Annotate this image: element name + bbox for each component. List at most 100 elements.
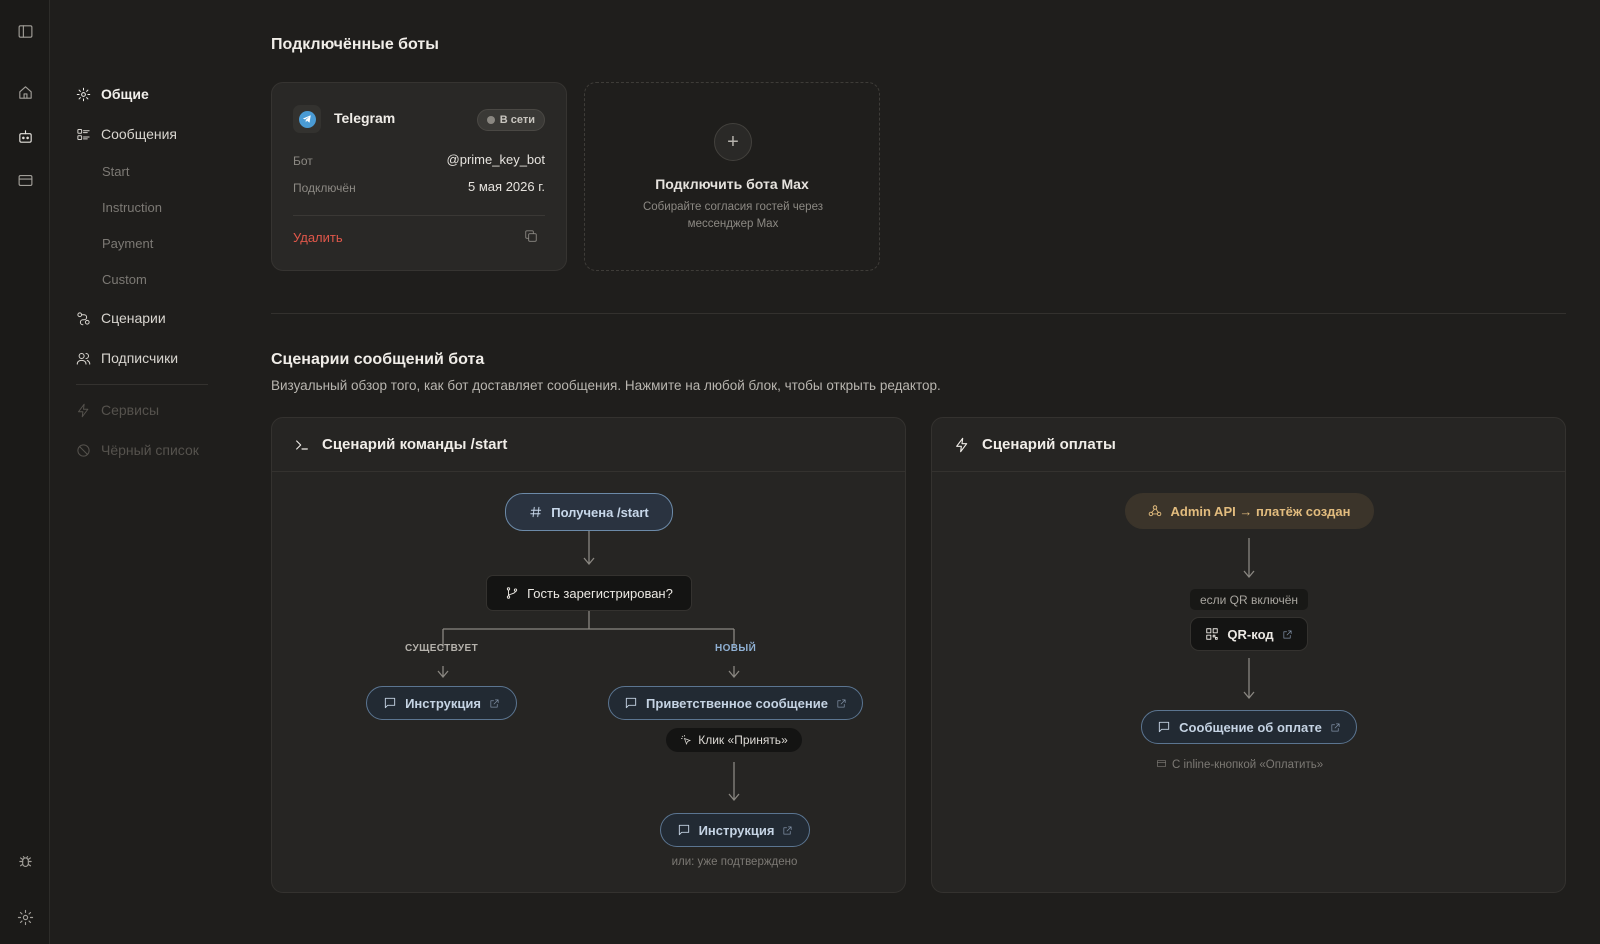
- home-icon[interactable]: [13, 80, 37, 104]
- node-instruction-2[interactable]: Инструкция: [660, 813, 810, 847]
- node-qr-code[interactable]: QR-код: [1190, 617, 1308, 651]
- nav-item-label: Общие: [101, 86, 149, 102]
- connect-max-bot-card[interactable]: + Подключить бота Max Собирайте согласия…: [584, 82, 880, 271]
- telegram-bot-card: Telegram В сети Бот @prime_key_bot Подкл…: [271, 82, 567, 271]
- status-badge: В сети: [476, 109, 545, 131]
- status-label: В сети: [499, 114, 535, 126]
- bot-username: @prime_key_bot: [446, 152, 545, 167]
- status-dot-icon: [486, 116, 495, 124]
- node-payment-message[interactable]: Сообщение об оплате: [1141, 710, 1357, 744]
- section-divider: [271, 313, 1566, 314]
- plus-icon: +: [714, 123, 752, 161]
- section-title-scenarios: Сценарии сообщений бота: [271, 351, 485, 368]
- card-icon: [1157, 759, 1166, 768]
- panel-title: Сценарий оплаты: [982, 436, 1116, 453]
- icon-rail: [0, 0, 50, 944]
- webhook-icon: [1149, 505, 1162, 517]
- nav-sub-payment[interactable]: Payment: [102, 236, 153, 251]
- bolt-icon: [956, 437, 968, 452]
- block-icon: [77, 443, 90, 457]
- node-label: Получена /start: [551, 504, 649, 520]
- nav-item-label: Сценарии: [101, 310, 166, 326]
- node-label: Приветственное сообщение: [646, 695, 828, 711]
- chip-label: Клик «Принять»: [698, 733, 788, 747]
- nav-sub-custom[interactable]: Custom: [102, 272, 147, 287]
- nav-item-services[interactable]: Сервисы: [76, 399, 159, 421]
- copy-icon[interactable]: [524, 229, 540, 245]
- chip-label: если QR включён: [1199, 592, 1299, 607]
- flow-connectors: [1243, 538, 1255, 700]
- external-link-icon: [783, 825, 792, 835]
- card-icon[interactable]: [13, 168, 37, 192]
- nav-item-messages[interactable]: Сообщения: [76, 123, 177, 145]
- nav-item-general[interactable]: Общие: [76, 83, 149, 105]
- nav-item-label: Сервисы: [101, 402, 160, 418]
- nav-item-label: Подписчики: [101, 350, 179, 366]
- nav-divider: [76, 384, 208, 385]
- node-label: QR-код: [1227, 626, 1274, 642]
- settings-nav: Общие Сообщения Start Instruction Paymen…: [50, 0, 230, 944]
- node-instruction[interactable]: Инструкция: [366, 686, 517, 720]
- section-subtitle: Визуальный обзор того, как бот доставляе…: [271, 378, 941, 393]
- external-link-icon: [490, 698, 499, 708]
- node-guest-registered-check[interactable]: Гость зарегистрирован?: [486, 575, 692, 611]
- external-link-icon: [1283, 629, 1292, 639]
- nav-item-label: Чёрный список: [101, 442, 199, 458]
- node-label: Гость зарегистрирован?: [527, 585, 673, 601]
- external-link-icon: [837, 698, 846, 708]
- connect-max-title: Подключить бота Max: [655, 176, 809, 192]
- connected-date: 5 мая 2026 г.: [468, 179, 545, 194]
- external-link-icon: [1331, 722, 1340, 732]
- payment-scenario-panel: Сценарий оплаты Admin API → платёж созда…: [931, 417, 1566, 893]
- node-welcome-message[interactable]: Приветственное сообщение: [608, 686, 863, 720]
- bot-icon[interactable]: [13, 124, 37, 148]
- hash-icon: [530, 506, 542, 518]
- delete-bot-link[interactable]: Удалить: [293, 230, 343, 245]
- flow-connectors: [437, 528, 740, 802]
- note-label: С inline-кнопкой «Оплатить»: [1172, 759, 1324, 771]
- qr-code-icon: [1206, 628, 1219, 640]
- click-accept-chip: Клик «Принять»: [666, 728, 802, 752]
- node-label: Сообщение об оплате: [1179, 719, 1322, 735]
- nav-sub-start[interactable]: Start: [102, 164, 129, 179]
- connected-label: Подключён: [293, 181, 356, 195]
- start-scenario-panel: Сценарий команды /start Получена /start …: [271, 417, 906, 893]
- panel-header: Сценарий оплаты: [932, 418, 1565, 472]
- nav-item-label: Сообщения: [101, 126, 177, 142]
- telegram-icon: [293, 105, 321, 133]
- route-icon: [77, 311, 90, 325]
- qr-enabled-condition: если QR включён: [1190, 589, 1308, 610]
- bug-icon[interactable]: [13, 849, 37, 873]
- section-title-bots: Подключённые боты: [271, 36, 439, 53]
- node-label: Инструкция: [405, 695, 481, 711]
- nav-sub-instruction[interactable]: Instruction: [102, 200, 162, 215]
- users-icon: [76, 352, 91, 365]
- branch-label-exists: существует: [405, 643, 479, 654]
- already-confirmed-note: или: уже подтверждено: [671, 856, 798, 868]
- message-icon: [1159, 721, 1170, 733]
- message-icon: [625, 697, 637, 709]
- panel-title: Сценарий команды /start: [322, 436, 508, 453]
- connect-max-description: Собирайте согласия гостей через мессендж…: [642, 201, 823, 230]
- node-label: Admin API → платёж создан: [1170, 503, 1351, 519]
- node-received-start[interactable]: Получена /start: [505, 493, 673, 531]
- list-icon: [77, 128, 90, 140]
- panel-header: Сценарий команды /start: [272, 418, 905, 472]
- cursor-click-icon: [681, 735, 692, 746]
- node-admin-api-payment-created[interactable]: Admin API → платёж создан: [1125, 493, 1374, 529]
- bot-label: Бот: [293, 154, 313, 168]
- sidebar-toggle-icon[interactable]: [13, 19, 37, 43]
- branch-icon: [507, 587, 518, 599]
- message-icon: [384, 697, 396, 709]
- gear-icon: [76, 87, 91, 101]
- branch-label-new: новый: [715, 643, 757, 654]
- nav-item-blacklist[interactable]: Чёрный список: [76, 439, 199, 461]
- bolt-icon: [78, 403, 89, 417]
- nav-item-scenarios[interactable]: Сценарии: [76, 307, 166, 329]
- nav-item-subscribers[interactable]: Подписчики: [76, 347, 178, 369]
- bot-platform-name: Telegram: [334, 110, 396, 126]
- gear-icon[interactable]: [13, 905, 37, 929]
- node-label: Инструкция: [698, 822, 775, 838]
- terminal-icon: [296, 439, 308, 450]
- inline-button-note: С inline-кнопкой «Оплатить»: [1156, 758, 1323, 771]
